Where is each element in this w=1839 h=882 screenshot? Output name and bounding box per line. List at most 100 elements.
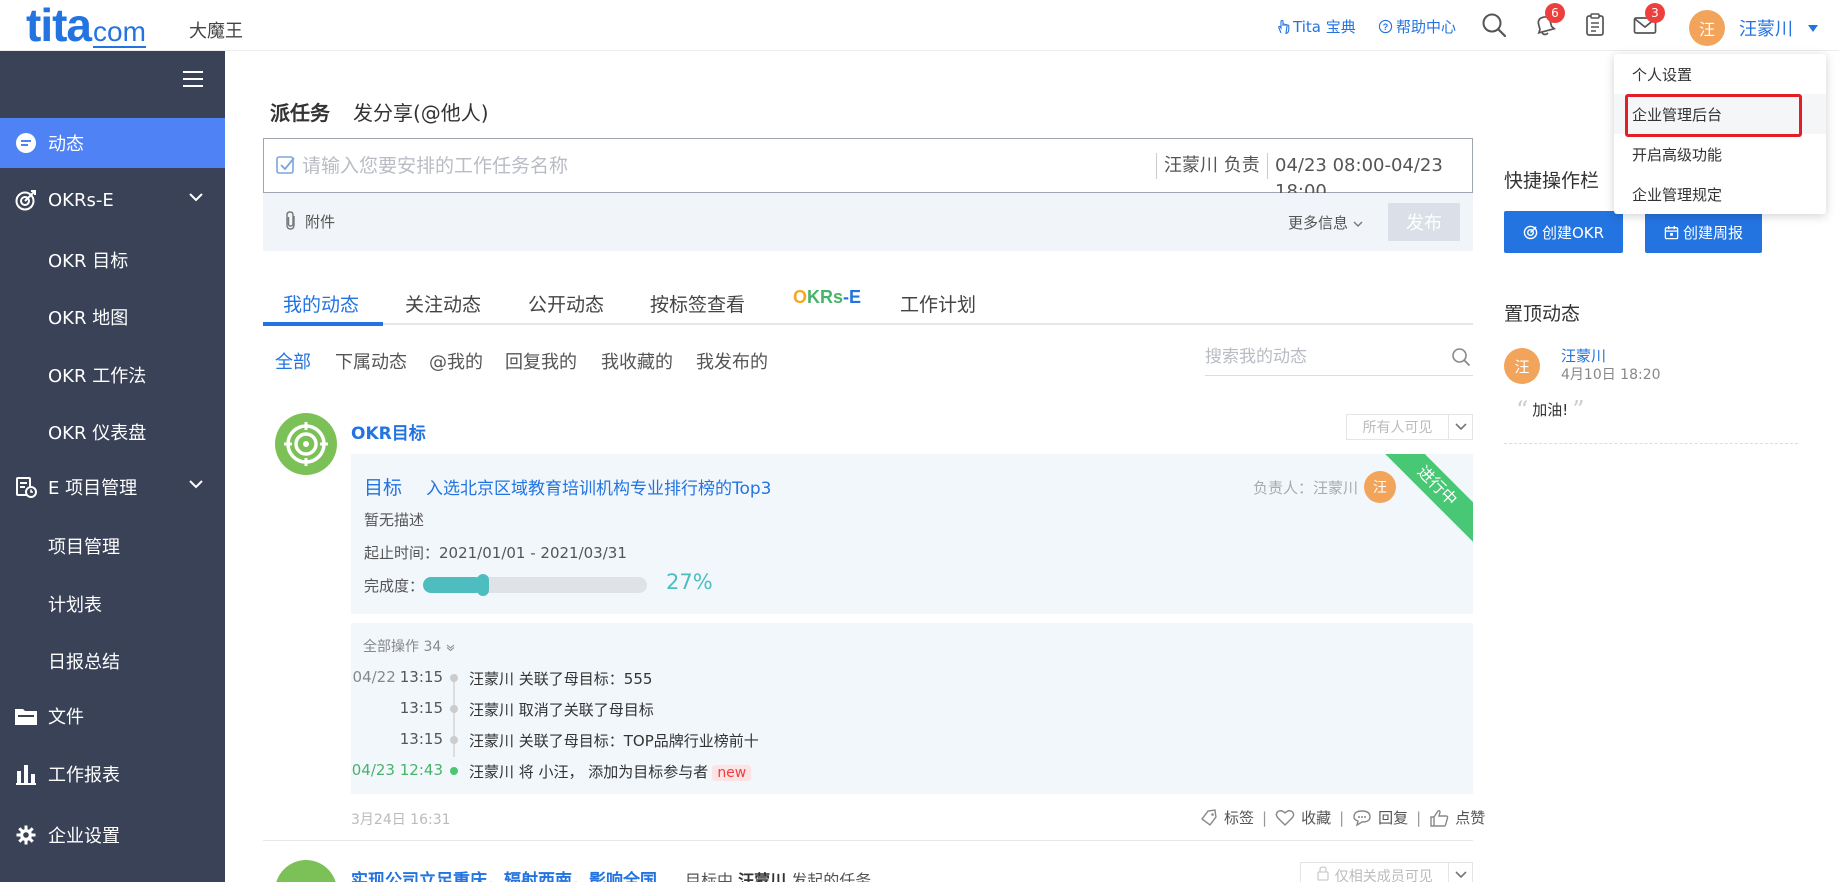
tab-by-tag[interactable]: 按标签查看	[650, 290, 745, 317]
task-owner[interactable]: 汪蒙川 负责	[1156, 153, 1260, 179]
card-title[interactable]: 实现公司立足重庆，辐射西南，影响全国	[351, 866, 657, 882]
sidebar-item-daily-report[interactable]: 日报总结	[48, 648, 120, 674]
sidebar-item-work-report[interactable]: 工作报表	[0, 749, 225, 799]
help-circle-icon: ?	[1378, 19, 1393, 34]
op-time: 13:15	[399, 699, 443, 717]
op-time: 13:15	[399, 730, 443, 748]
sidebar-item-label: 文件	[48, 707, 84, 728]
mail-button[interactable]: 3	[1632, 3, 1665, 38]
feed-search-input[interactable]	[1205, 340, 1435, 374]
tab-assign-task[interactable]: 派任务	[270, 97, 330, 126]
chevron-down-icon	[446, 644, 455, 652]
pinned-message[interactable]: “ 加油! ”	[1516, 395, 1585, 424]
avatar: 汪	[1689, 10, 1725, 46]
sidebar-item-label: 工作报表	[48, 765, 120, 786]
target-icon	[14, 188, 38, 212]
goal-date-range: 起止时间：2021/01/01 - 2021/03/31	[364, 544, 627, 562]
pinned-user-name[interactable]: 汪蒙川	[1561, 345, 1606, 366]
sidebar-item-okrs-e[interactable]: OKRs-E	[0, 175, 225, 225]
visibility-label: 所有人可见	[1362, 420, 1433, 436]
visibility-select[interactable]: 所有人可见	[1346, 414, 1473, 440]
create-okr-label: 创建OKR	[1541, 223, 1605, 242]
timeline-dot	[450, 705, 458, 713]
goal-name[interactable]: 入选北京区域教育培训机构专业排行榜的Top3	[426, 474, 772, 499]
help-center-label: 帮助中心	[1396, 18, 1457, 36]
search-icon[interactable]	[1451, 347, 1471, 367]
like-button[interactable]: 点赞	[1455, 807, 1485, 828]
sidebar-item-settings[interactable]: 企业设置	[0, 810, 225, 860]
lock-icon	[1317, 865, 1329, 881]
timeline-dot	[450, 674, 458, 682]
sidebar-item-okr-map[interactable]: OKR 地图	[48, 304, 128, 330]
tag-button[interactable]: 标签	[1224, 807, 1254, 828]
progress-percent: 27%	[666, 570, 713, 594]
tab-work-plan[interactable]: 工作计划	[900, 290, 976, 317]
sidebar-item-label: OKRs-E	[48, 189, 114, 211]
sidebar-item-plan-table[interactable]: 计划表	[48, 591, 102, 617]
op-text: 汪蒙川 关联了母目标：555	[469, 670, 653, 688]
attach-button[interactable]: 附件	[283, 210, 335, 232]
divider	[263, 840, 1473, 841]
card-timestamp: 3月24日 16:31	[351, 812, 451, 828]
notification-button[interactable]: 6	[1532, 3, 1565, 38]
task-name-input[interactable]	[302, 139, 1062, 192]
visibility-select[interactable]: 仅相关成员可见	[1300, 862, 1473, 882]
bar-chart-icon	[14, 762, 38, 786]
tab-share[interactable]: 发分享(@他人)	[353, 97, 489, 126]
card-title[interactable]: OKR目标	[351, 419, 426, 444]
filter-replies[interactable]: 回复我的	[505, 348, 577, 374]
sidebar-item-okr-goal[interactable]: OKR 目标	[48, 247, 128, 273]
filter-published[interactable]: 我发布的	[696, 348, 768, 374]
heart-icon	[1275, 809, 1295, 826]
sidebar-item-okr-method[interactable]: OKR 工作法	[48, 362, 146, 388]
menu-toggle-icon[interactable]	[183, 71, 203, 87]
reply-button[interactable]: 回复	[1378, 807, 1408, 828]
operations-log: 全部操作 34 04/22 13:15 汪蒙川 关联了母目标：555 13:15 …	[351, 623, 1473, 794]
sidebar-item-okr-dashboard[interactable]: OKR 仪表盘	[48, 419, 146, 445]
filter-favorites[interactable]: 我收藏的	[601, 348, 673, 374]
avatar: 汪	[1364, 471, 1397, 503]
op-text: 汪蒙川 取消了关联了母目标	[469, 701, 654, 719]
create-weekly-button[interactable]: 创建周报	[1645, 211, 1762, 253]
favorite-button[interactable]: 收藏	[1301, 807, 1331, 828]
tab-okrs-e[interactable]: OKRs-E	[793, 287, 861, 308]
goal-description: 暂无描述	[364, 511, 425, 529]
filter-mentions[interactable]: @我的	[429, 348, 483, 374]
user-menu-trigger[interactable]: 汪 汪蒙川	[1689, 10, 1819, 46]
sidebar-item-feed[interactable]: 动态	[0, 118, 225, 168]
company-name: 大魔王	[189, 21, 243, 42]
tab-my-feed[interactable]: 我的动态	[283, 290, 359, 317]
sidebar-item-project[interactable]: E 项目管理	[0, 462, 225, 512]
create-okr-button[interactable]: 创建OKR	[1504, 211, 1623, 253]
tasks-button[interactable]	[1583, 12, 1609, 38]
tita-logo[interactable]: tita com	[26, 2, 146, 48]
filter-all[interactable]: 全部	[275, 348, 311, 374]
notification-badge: 6	[1545, 3, 1565, 23]
tab-public-feed[interactable]: 公开动态	[528, 290, 604, 317]
goal-card[interactable]: 目标 入选北京区域教育培训机构专业排行榜的Top3 暂无描述 起止时间：2021…	[351, 454, 1473, 614]
pinned-time: 4月10日 18:20	[1561, 367, 1661, 383]
menu-item-advanced-features[interactable]: 开启高级功能	[1614, 134, 1826, 174]
composer-toolbar: 附件 更多信息 发布	[263, 193, 1473, 251]
tab-following-feed[interactable]: 关注动态	[405, 290, 481, 317]
tita-guide-link[interactable]: Tita 宝典	[1276, 16, 1356, 37]
checkbox-icon	[276, 156, 295, 174]
filter-subordinates[interactable]: 下属动态	[335, 348, 407, 374]
publish-button[interactable]: 发布	[1388, 203, 1460, 241]
ops-toggle[interactable]: 全部操作 34	[363, 636, 455, 656]
task-time-range[interactable]: 04/23 08:00-04/23 18:00	[1267, 153, 1472, 202]
task-composer: 汪蒙川 负责 04/23 08:00-04/23 18:00	[263, 138, 1473, 202]
menu-item-personal-settings[interactable]: 个人设置	[1614, 54, 1826, 94]
menu-item-enterprise-rules[interactable]: 企业管理规定	[1614, 174, 1826, 214]
quote-close-icon: ”	[1572, 395, 1585, 424]
sidebar-item-files[interactable]: 文件	[0, 691, 225, 741]
chevron-down-icon	[189, 480, 203, 489]
more-info-button[interactable]: 更多信息	[1288, 212, 1363, 233]
avatar[interactable]: 汪	[1504, 348, 1540, 384]
visibility-label: 仅相关成员可见	[1301, 865, 1448, 882]
tag-icon	[1201, 808, 1217, 826]
sidebar-item-label: 动态	[48, 134, 84, 155]
help-center-link[interactable]: ? 帮助中心	[1378, 16, 1456, 37]
search-button[interactable]	[1481, 12, 1507, 38]
sidebar-item-project-manage[interactable]: 项目管理	[48, 533, 120, 559]
